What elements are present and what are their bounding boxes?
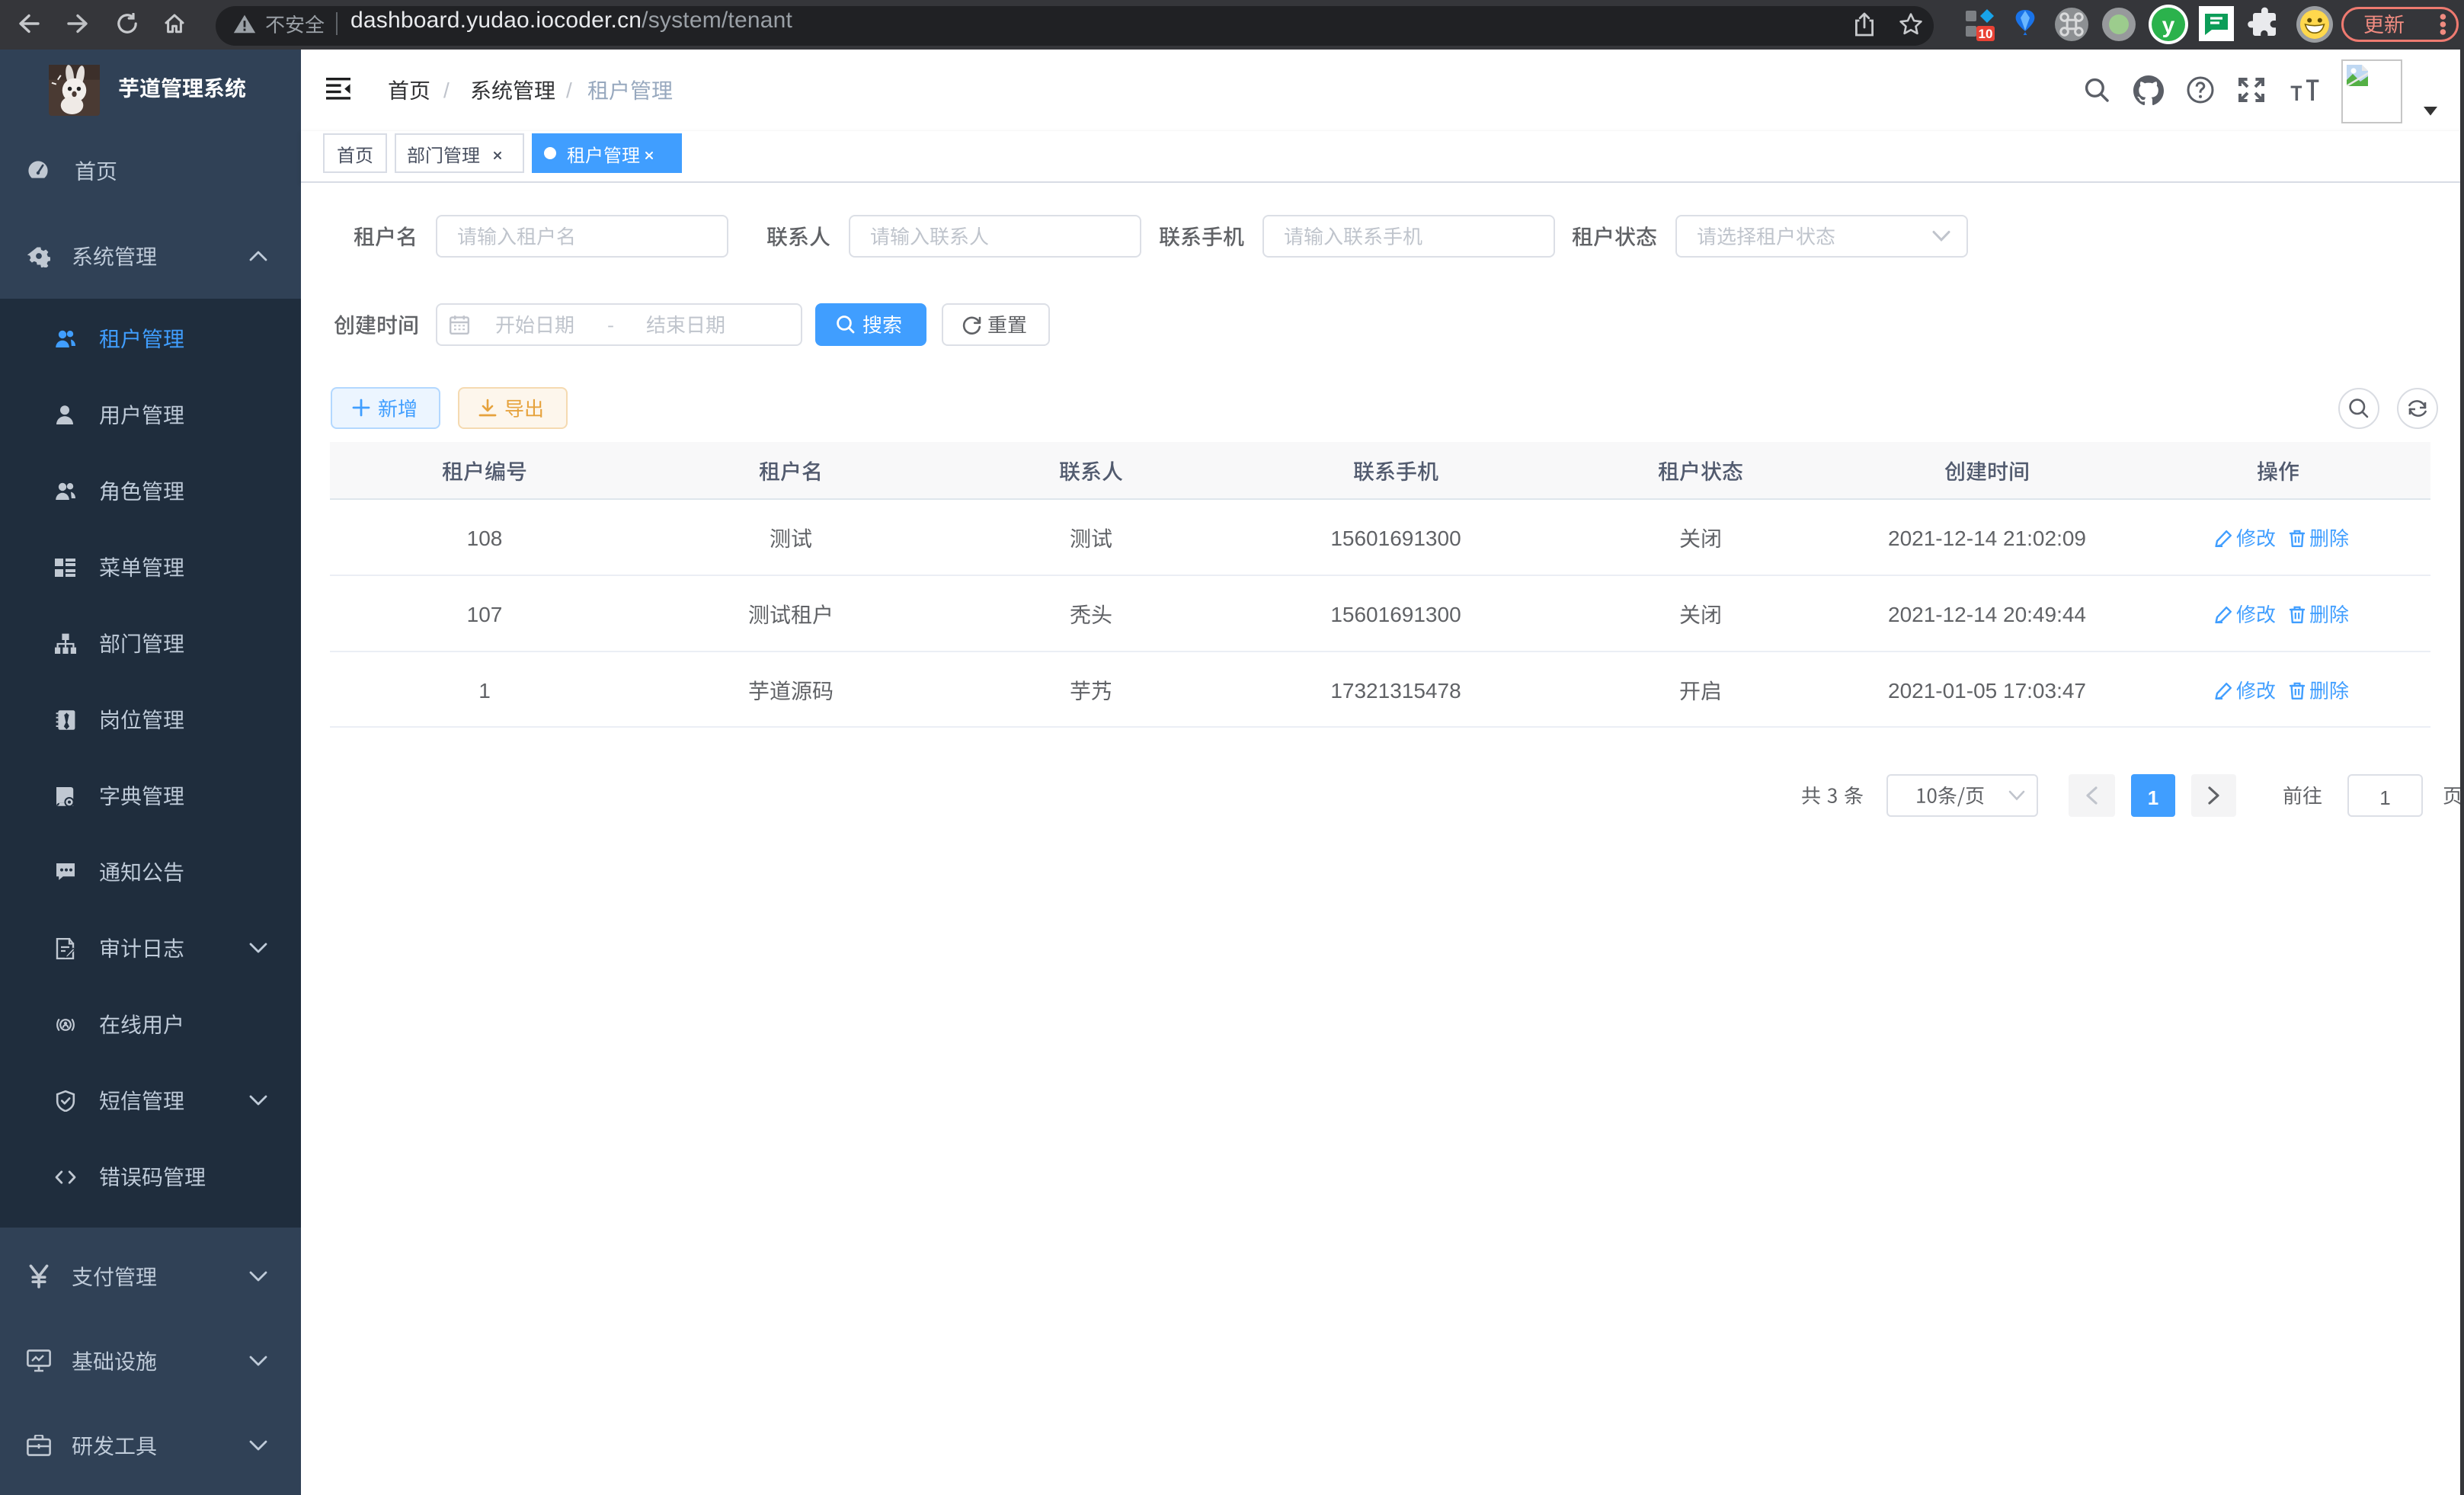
svg-text:10: 10	[1979, 27, 1993, 41]
svg-text:y: y	[2162, 13, 2175, 38]
